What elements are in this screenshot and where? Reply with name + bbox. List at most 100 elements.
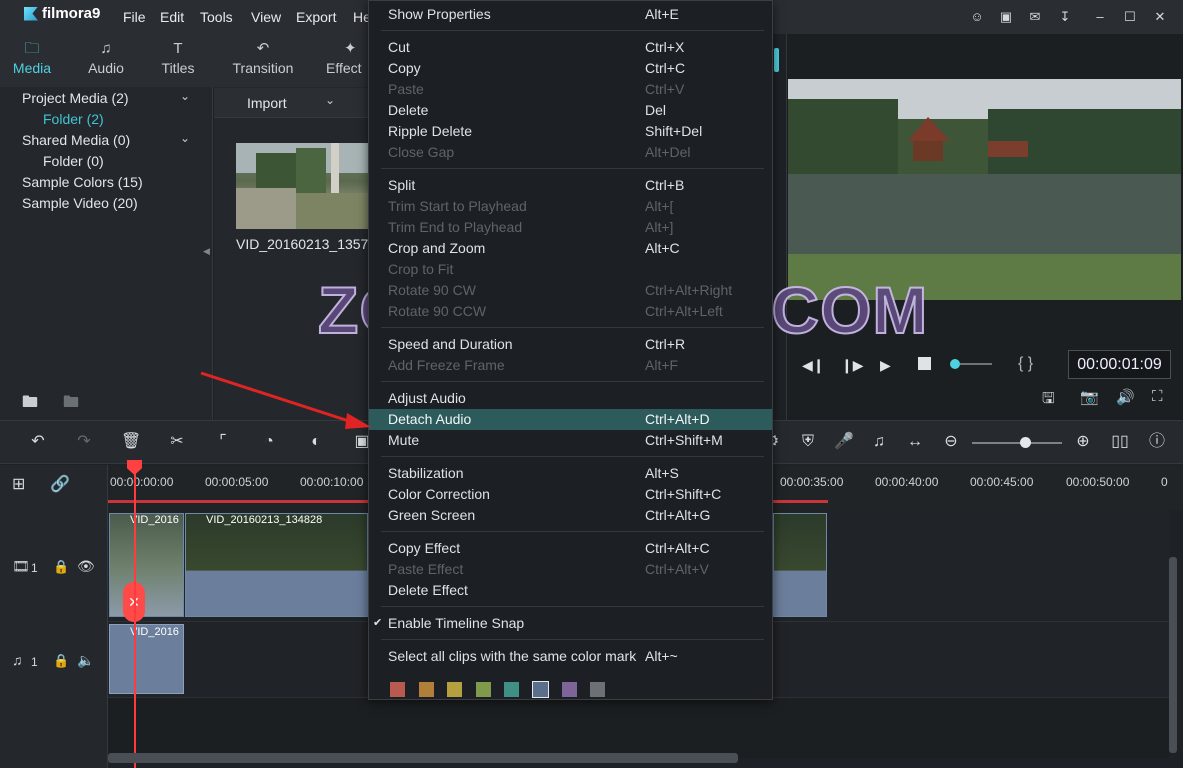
tree-sample-video[interactable]: Sample Video (20) <box>22 195 138 211</box>
trash-icon[interactable]: 🗑 <box>121 432 141 452</box>
playhead[interactable] <box>134 462 136 768</box>
menu-tools[interactable]: Tools <box>200 9 233 25</box>
menu-item-speed-and-duration[interactable]: Speed and Duration Ctrl+R <box>369 334 772 355</box>
tab-titles[interactable]: T Titles <box>154 34 202 87</box>
step-back-icon[interactable]: ◀❙ <box>802 357 825 374</box>
zoom-in-icon[interactable]: ⊕ <box>1073 432 1093 452</box>
menu-item-mute[interactable]: Mute Ctrl+Shift+M <box>369 430 772 451</box>
menu-view[interactable]: View <box>251 9 281 25</box>
menu-item-close-gap[interactable]: Close Gap Alt+Del <box>369 142 772 163</box>
menu-item-stabilization[interactable]: Stabilization Alt+S <box>369 463 772 484</box>
snapshot-icon[interactable]: 📷 <box>1080 388 1099 406</box>
menu-item-split[interactable]: Split Ctrl+B <box>369 175 772 196</box>
marker-icon[interactable]: ⛨ <box>798 432 818 452</box>
step-forward-icon[interactable]: ❙▶ <box>841 357 864 374</box>
menu-item-crop-and-zoom[interactable]: Crop and Zoom Alt+C <box>369 238 772 259</box>
voiceover-icon[interactable]: ♫ <box>869 432 889 452</box>
video-clip[interactable] <box>773 513 827 617</box>
crop-icon[interactable]: ⌜ <box>213 432 233 452</box>
vertical-scrollbar[interactable] <box>1169 557 1177 753</box>
render-preview-icon[interactable]: 🖫 <box>1042 388 1055 413</box>
close-icon[interactable]: ✕ <box>1151 8 1169 26</box>
media-thumbnail[interactable] <box>236 143 368 229</box>
color-mark-swatch[interactable] <box>590 682 606 697</box>
menu-item-select-all-clips-with-the-same-color-mark[interactable]: Select all clips with the same color mar… <box>369 646 772 667</box>
account-icon[interactable]: ☺ <box>968 8 986 26</box>
mark-in-out-icon[interactable]: { } <box>1018 355 1033 373</box>
menu-item-paste[interactable]: Paste Ctrl+V <box>369 79 772 100</box>
chevron-down-icon[interactable]: ⌄ <box>325 93 335 107</box>
tab-effect[interactable]: ✦ Effect <box>326 34 370 87</box>
microphone-icon[interactable]: 🎤 <box>834 432 854 452</box>
playback-slider-track[interactable] <box>960 363 992 365</box>
menu-item-paste-effect[interactable]: Paste Effect Ctrl+Alt+V <box>369 559 772 580</box>
speaker-icon[interactable]: 🔈 <box>77 652 94 669</box>
maximize-icon[interactable]: ☐ <box>1121 8 1139 26</box>
menu-item-delete[interactable]: Delete Del <box>369 100 772 121</box>
menu-item-show-properties[interactable]: Show Properties Alt+E <box>369 4 772 25</box>
stop-icon[interactable] <box>918 357 931 370</box>
fullscreen-icon[interactable]: ⛶ <box>1152 388 1163 405</box>
redo-icon[interactable]: ↷ <box>74 432 94 452</box>
tree-folder-shared[interactable]: Folder (0) <box>43 153 104 169</box>
save-icon[interactable]: ▣ <box>997 8 1015 26</box>
menu-item-trim-end-to-playhead[interactable]: Trim End to Playhead Alt+] <box>369 217 772 238</box>
chevron-down-icon[interactable]: ⌄ <box>180 131 190 145</box>
import-button[interactable]: Import <box>247 95 287 111</box>
menu-item-trim-start-to-playhead[interactable]: Trim Start to Playhead Alt+[ <box>369 196 772 217</box>
minimize-icon[interactable]: – <box>1091 8 1109 26</box>
menu-item-crop-to-fit[interactable]: Crop to Fit <box>369 259 772 280</box>
video-clip[interactable] <box>109 513 184 617</box>
layout-icon[interactable]: ▯▯ <box>1110 432 1130 452</box>
color-mark-swatch[interactable] <box>447 682 463 697</box>
help-icon[interactable]: ⓘ <box>1147 432 1167 452</box>
collapse-arrow-icon[interactable]: ◀ <box>203 246 210 257</box>
menu-item-copy[interactable]: Copy Ctrl+C <box>369 58 772 79</box>
tree-project-media[interactable]: Project Media (2) <box>22 90 129 106</box>
scissors-icon[interactable]: ✂ <box>167 432 187 452</box>
color-icon[interactable]: ◐ <box>306 432 326 452</box>
zoom-out-icon[interactable]: ⊖ <box>941 432 961 452</box>
menu-file[interactable]: File <box>123 9 146 25</box>
play-icon[interactable]: ▶ <box>880 357 891 374</box>
add-track-icon[interactable]: ⊞ <box>12 474 25 494</box>
menu-item-ripple-delete[interactable]: Ripple Delete Shift+Del <box>369 121 772 142</box>
delete-folder-icon[interactable]: 🖿 <box>63 391 79 418</box>
menu-edit[interactable]: Edit <box>160 9 184 25</box>
undo-icon[interactable]: ↶ <box>28 432 48 452</box>
tab-audio[interactable]: ♫ Audio <box>82 34 130 87</box>
eye-icon[interactable]: 👁 <box>77 558 95 575</box>
lock-icon[interactable]: 🔒 <box>53 559 69 575</box>
tree-sample-colors[interactable]: Sample Colors (15) <box>22 174 143 190</box>
menu-item-cut[interactable]: Cut Ctrl+X <box>369 37 772 58</box>
chevron-down-icon[interactable]: ⌄ <box>180 89 190 103</box>
color-mark-swatch[interactable] <box>532 681 549 698</box>
fit-icon[interactable]: ↔ <box>905 432 925 452</box>
new-folder-icon[interactable]: 🖿 <box>22 391 38 418</box>
video-clip[interactable] <box>185 513 368 617</box>
menu-item-rotate-90-ccw[interactable]: Rotate 90 CCW Ctrl+Alt+Left <box>369 301 772 322</box>
color-mark-swatch[interactable] <box>504 682 520 697</box>
lock-icon[interactable]: 🔒 <box>53 653 69 669</box>
color-mark-swatch[interactable] <box>390 682 405 697</box>
horizontal-scrollbar[interactable] <box>108 753 738 763</box>
volume-icon[interactable]: 🔊 <box>1116 388 1135 406</box>
menu-item-enable-timeline-snap[interactable]: ✔ Enable Timeline Snap <box>369 613 772 634</box>
menu-item-detach-audio[interactable]: Detach Audio Ctrl+Alt+D <box>369 409 772 430</box>
playback-slider-thumb[interactable] <box>950 359 960 369</box>
zoom-slider-track[interactable] <box>972 442 1062 444</box>
menu-item-add-freeze-frame[interactable]: Add Freeze Frame Alt+F <box>369 355 772 376</box>
mail-icon[interactable]: ✉ <box>1026 8 1044 26</box>
color-mark-swatch[interactable] <box>561 682 577 697</box>
link-icon[interactable]: 🔗 <box>50 474 70 494</box>
menu-item-rotate-90-cw[interactable]: Rotate 90 CW Ctrl+Alt+Right <box>369 280 772 301</box>
tab-media[interactable]: 🗀 Media <box>8 34 56 87</box>
tab-transition[interactable]: ↶ Transition <box>228 34 298 87</box>
menu-item-color-correction[interactable]: Color Correction Ctrl+Shift+C <box>369 484 772 505</box>
menu-item-copy-effect[interactable]: Copy Effect Ctrl+Alt+C <box>369 538 772 559</box>
color-mark-swatch[interactable] <box>418 682 434 697</box>
tree-shared-media[interactable]: Shared Media (0) <box>22 132 130 148</box>
menu-item-adjust-audio[interactable]: Adjust Audio <box>369 388 772 409</box>
menu-item-green-screen[interactable]: Green Screen Ctrl+Alt+G <box>369 505 772 526</box>
zoom-slider-thumb[interactable] <box>1020 437 1031 448</box>
